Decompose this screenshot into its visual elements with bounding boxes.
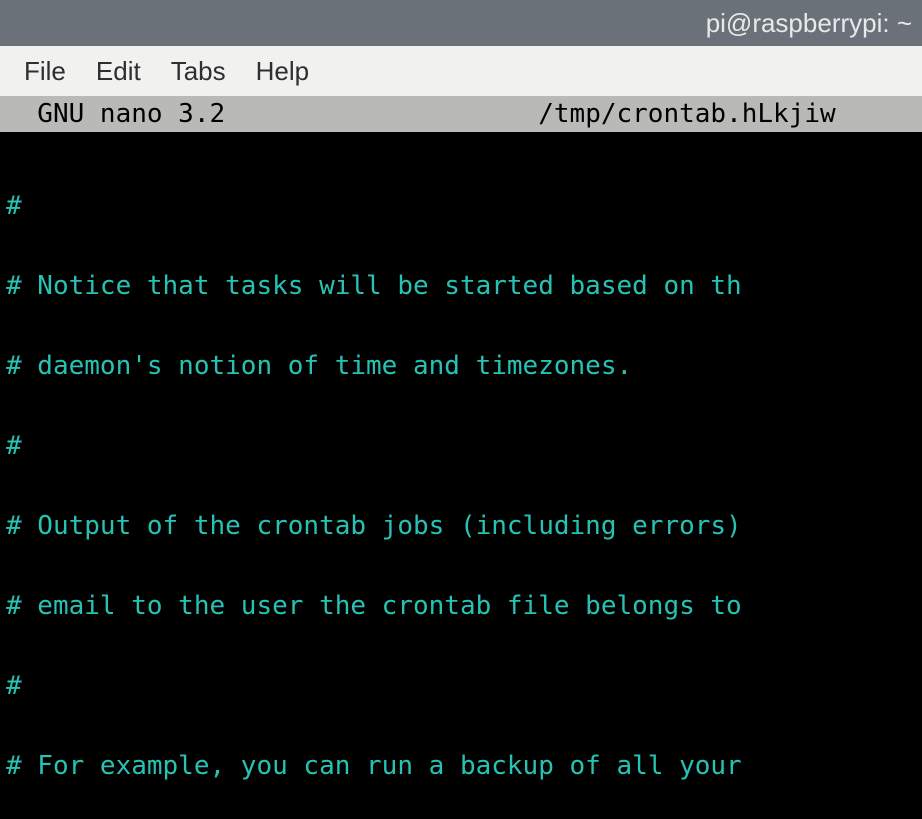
menu-help[interactable]: Help: [250, 52, 315, 91]
nano-filename: /tmp/crontab.hLkjiw: [538, 99, 835, 129]
nano-header: GNU nano 3.2 /tmp/crontab.hLkjiw: [0, 96, 922, 132]
terminal-editor-area[interactable]: # # Notice that tasks will be started ba…: [0, 132, 922, 819]
editor-line: #: [6, 666, 922, 706]
editor-line: # daemon's notion of time and timezones.: [6, 346, 922, 386]
menu-tabs[interactable]: Tabs: [165, 52, 232, 91]
nano-version: GNU nano 3.2: [6, 99, 225, 129]
nano-header-spacer: [225, 99, 538, 129]
editor-line: # email to the user the crontab file bel…: [6, 586, 922, 626]
editor-line: # Notice that tasks will be started base…: [6, 266, 922, 306]
editor-line: #: [6, 426, 922, 466]
menu-edit[interactable]: Edit: [90, 52, 147, 91]
window-titlebar: pi@raspberrypi: ~: [0, 0, 922, 46]
window-title: pi@raspberrypi: ~: [706, 8, 912, 39]
menubar: File Edit Tabs Help: [0, 46, 922, 96]
menu-file[interactable]: File: [18, 52, 72, 91]
editor-line: #: [6, 186, 922, 226]
editor-line: # Output of the crontab jobs (including …: [6, 506, 922, 546]
editor-line: # For example, you can run a backup of a…: [6, 746, 922, 786]
